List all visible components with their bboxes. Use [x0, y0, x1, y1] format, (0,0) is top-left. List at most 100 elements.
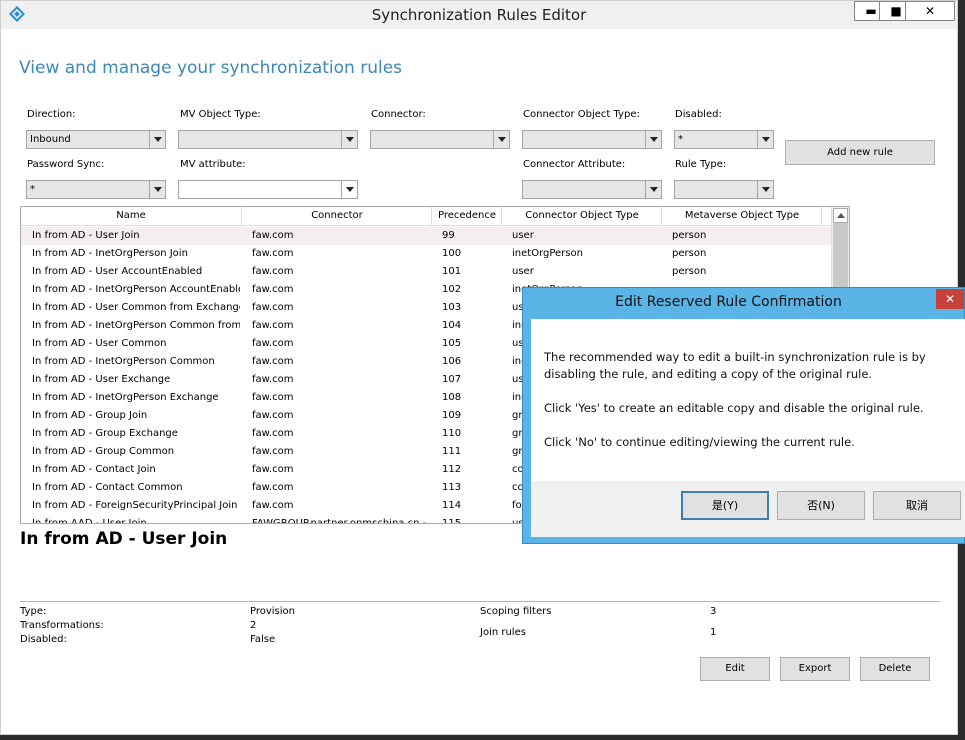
cell-connector: faw.com	[252, 266, 294, 277]
cell-connector-object-type: user	[512, 266, 534, 277]
page-heading: View and manage your synchronization rul…	[19, 58, 403, 78]
disabled-dropdown[interactable]: *	[674, 130, 774, 149]
delete-button[interactable]: Delete	[860, 657, 930, 681]
cell-connector: faw.com	[252, 230, 294, 241]
cell-name: In from AD - Contact Common	[32, 482, 183, 493]
cell-metaverse-object-type: person	[672, 230, 707, 241]
selected-rule-name: In from AD - User Join	[20, 529, 228, 549]
direction-value: Inbound	[30, 134, 71, 145]
table-row[interactable]: In from AD - InetOrgPerson Join faw.com 10…	[21, 245, 833, 263]
column-header-connector-object-type[interactable]: Connector Object Type	[502, 210, 662, 221]
connector-label: Connector:	[371, 109, 426, 120]
mv-object-type-dropdown[interactable]	[178, 130, 358, 149]
title-bar: Synchronization Rules Editor ▬ ■ ✕	[1, 1, 957, 29]
cell-precedence: 114	[442, 500, 462, 511]
cell-name: In from AD - Group Join	[32, 410, 148, 421]
cell-precedence: 104	[442, 320, 462, 331]
cell-name: In from AD - Contact Join	[32, 464, 156, 475]
cell-name: In from AD - User Join	[32, 230, 140, 241]
mv-attribute-label: MV attribute:	[180, 159, 246, 170]
add-new-rule-button[interactable]: Add new rule	[785, 140, 935, 165]
chevron-down-icon	[149, 131, 165, 148]
cell-connector: FAWGROUP.partner.onmschina.cn - AAD	[252, 518, 430, 524]
cancel-button[interactable]: 取消	[873, 491, 961, 520]
cell-precedence: 101	[442, 266, 462, 277]
cell-precedence: 106	[442, 356, 462, 367]
edit-button[interactable]: Edit	[700, 657, 770, 681]
cell-connector: faw.com	[252, 446, 294, 457]
cell-precedence: 100	[442, 248, 462, 259]
connector-attribute-dropdown[interactable]	[522, 180, 662, 199]
dialog-body: The recommended way to edit a built-in s…	[531, 319, 965, 481]
disabled-label: Disabled:	[675, 109, 722, 120]
cell-precedence: 109	[442, 410, 462, 421]
cell-precedence: 111	[442, 446, 462, 457]
cell-connector: faw.com	[252, 338, 294, 349]
cell-connector: faw.com	[252, 248, 294, 259]
connector-dropdown[interactable]	[370, 130, 510, 149]
chevron-down-icon	[149, 181, 165, 198]
cell-name: In from AD - InetOrgPerson Join	[32, 248, 188, 259]
cell-precedence: 113	[442, 482, 462, 493]
scroll-thumb[interactable]	[833, 223, 848, 293]
connector-object-type-dropdown[interactable]	[522, 130, 662, 149]
cell-connector: faw.com	[252, 302, 294, 313]
table-row[interactable]: In from AD - User Join faw.com 99 user perso…	[21, 227, 833, 245]
chevron-down-icon	[341, 131, 357, 148]
column-header-connector[interactable]: Connector	[242, 210, 432, 221]
export-button[interactable]: Export	[780, 657, 850, 681]
chevron-down-icon	[757, 131, 773, 148]
no-button[interactable]: 否(N)	[777, 491, 865, 520]
transformations-value: 2	[250, 620, 257, 631]
cell-name: In from AD - Group Exchange	[32, 428, 178, 439]
column-header-name[interactable]: Name	[21, 210, 241, 221]
dialog-title: Edit Reserved Rule Confirmation	[615, 294, 842, 310]
type-value: Provision	[250, 606, 296, 617]
cell-metaverse-object-type: person	[672, 248, 707, 259]
disabled-value: *	[678, 134, 683, 145]
cell-metaverse-object-type: person	[672, 266, 707, 277]
cell-connector: faw.com	[252, 356, 294, 367]
rule-type-dropdown[interactable]	[674, 180, 774, 199]
close-button[interactable]: ✕	[905, 1, 955, 21]
cell-name: In from AD - User Common	[32, 338, 167, 349]
cell-connector: faw.com	[252, 482, 294, 493]
cell-connector: faw.com	[252, 410, 294, 421]
details-divider	[20, 601, 940, 602]
mv-attribute-dropdown[interactable]	[178, 180, 358, 199]
type-label: Type:	[20, 606, 47, 617]
cell-precedence: 107	[442, 374, 462, 385]
chevron-down-icon	[493, 131, 509, 148]
cell-precedence: 99	[442, 230, 455, 241]
direction-dropdown[interactable]: Inbound	[26, 130, 166, 149]
cell-connector: faw.com	[252, 392, 294, 403]
yes-button[interactable]: 是(Y)	[681, 491, 769, 520]
chevron-down-icon	[341, 181, 357, 198]
column-header-precedence[interactable]: Precedence	[432, 210, 502, 221]
chevron-down-icon	[757, 181, 773, 198]
cell-connector: faw.com	[252, 320, 294, 331]
cell-connector: faw.com	[252, 464, 294, 475]
rule-type-label: Rule Type:	[675, 159, 727, 170]
table-row[interactable]: In from AD - User AccountEnabled faw.com 1…	[21, 263, 833, 281]
edit-reserved-rule-dialog: Edit Reserved Rule Confirmation ✕ The re…	[522, 287, 965, 544]
cell-connector: faw.com	[252, 374, 294, 385]
cell-name: In from AD - Group Common	[32, 446, 175, 457]
password-sync-dropdown[interactable]: *	[26, 180, 166, 199]
cell-connector-object-type: inetOrgPerson	[512, 248, 583, 259]
column-header-metaverse-object-type[interactable]: Metaverse Object Type	[662, 210, 822, 221]
dialog-close-button[interactable]: ✕	[936, 289, 964, 309]
password-sync-label: Password Sync:	[27, 159, 105, 170]
connector-object-type-label: Connector Object Type:	[523, 109, 640, 120]
disabled-detail-label: Disabled:	[20, 634, 67, 645]
cell-name: In from AD - User Exchange	[32, 374, 171, 385]
cell-connector: faw.com	[252, 428, 294, 439]
scoping-filters-value: 3	[710, 606, 717, 617]
disabled-detail-value: False	[250, 634, 276, 645]
cell-precedence: 105	[442, 338, 462, 349]
scroll-up-icon[interactable]	[833, 208, 848, 223]
cell-name: In from AD - InetOrgPerson AccountEnable…	[32, 284, 240, 295]
cell-name: In from AD - User Common from Exchange	[32, 302, 240, 313]
password-sync-value: *	[30, 184, 35, 195]
connector-attribute-label: Connector Attribute:	[523, 159, 626, 170]
